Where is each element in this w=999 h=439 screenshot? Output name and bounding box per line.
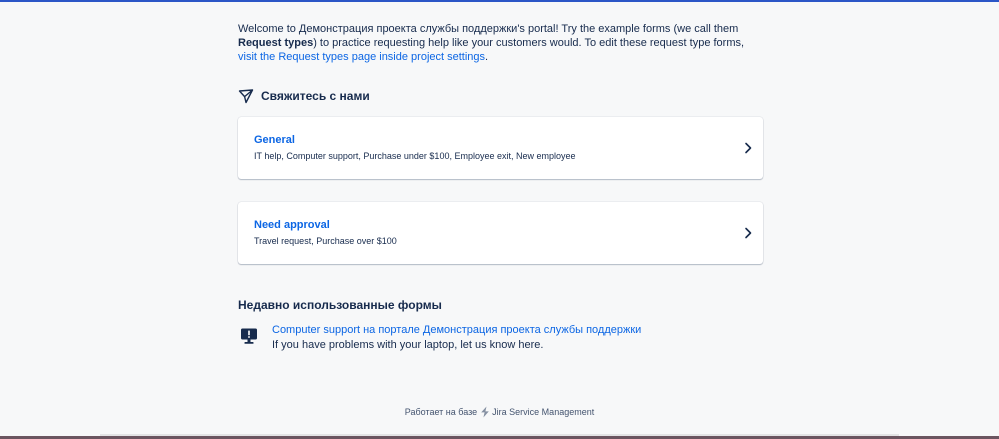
recent-forms-title: Недавно использованные формы [238,298,442,312]
portal-page: Welcome to Демонстрация проекта службы п… [0,0,999,439]
recent-form-item: Computer support на портале Демонстрация… [238,322,763,352]
product-name[interactable]: Jira Service Management [492,407,594,417]
recent-form-link[interactable]: Computer support на портале Демонстрация… [272,324,641,336]
top-accent-bar [0,0,999,2]
powered-by-label: Работает на базе [404,407,478,417]
jira-service-management-logo-icon [480,406,490,418]
recent-forms-section: Недавно использованные формы Computer su… [238,22,763,352]
computer-monitor-icon [240,327,258,345]
recent-form-description: If you have problems with your laptop, l… [272,339,544,351]
powered-by-footer: Работает на базе Jira Service Management [0,406,999,418]
